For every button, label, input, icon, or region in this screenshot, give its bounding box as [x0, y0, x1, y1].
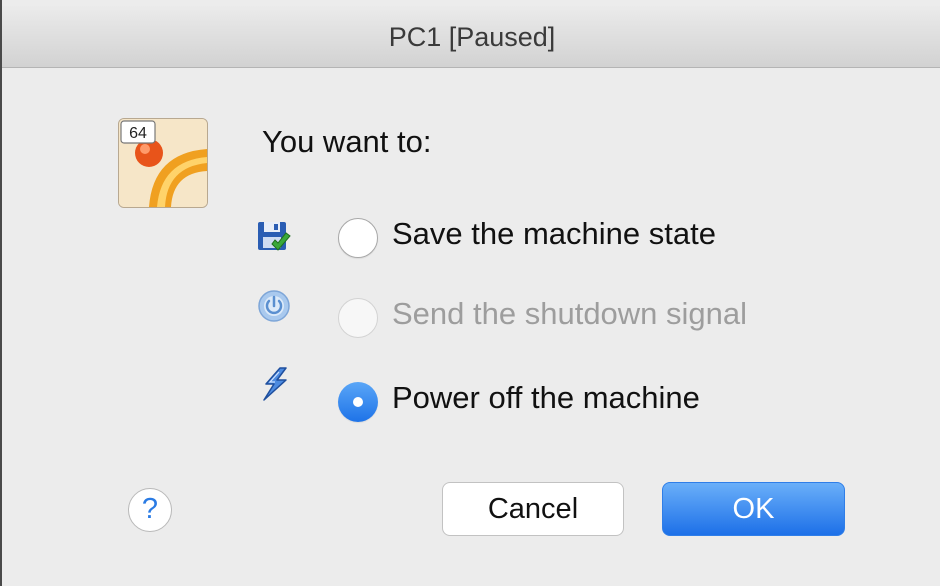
ok-button[interactable]: OK: [662, 482, 845, 536]
virtualbox-vm-icon: 64: [118, 118, 208, 208]
option-label-power-off[interactable]: Power off the machine: [392, 380, 700, 416]
bitness-badge: 64: [129, 125, 147, 142]
cancel-button[interactable]: Cancel: [442, 482, 624, 536]
radio-shutdown-signal[interactable]: [338, 298, 378, 338]
option-label-save-state[interactable]: Save the machine state: [392, 216, 716, 252]
prompt-text: You want to:: [262, 124, 432, 159]
title-bar[interactable]: PC1 [Paused]: [2, 6, 940, 68]
shutdown-dialog: PC1 [Paused] 64 You want to: Save the ma…: [0, 0, 940, 586]
power-button-icon: [256, 288, 292, 324]
window-title: PC1 [Paused]: [388, 22, 556, 52]
radio-save-state[interactable]: [338, 218, 378, 258]
lightning-icon: [256, 366, 292, 402]
radio-power-off[interactable]: [338, 382, 378, 422]
option-label-shutdown-signal[interactable]: Send the shutdown signal: [392, 296, 747, 332]
help-button[interactable]: ?: [128, 488, 172, 532]
save-state-icon: [256, 220, 292, 256]
